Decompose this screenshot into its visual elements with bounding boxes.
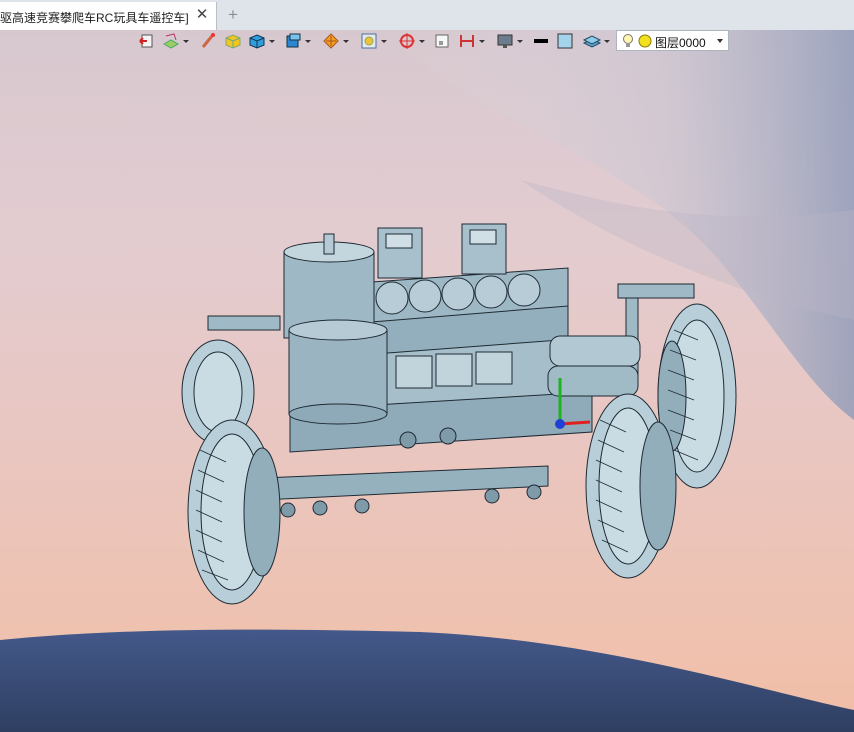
- layer-manager-dropdown[interactable]: [604, 40, 610, 43]
- render-style-icon[interactable]: [162, 32, 180, 52]
- filter-dropdown[interactable]: [343, 40, 349, 43]
- document-tab[interactable]: 驱高速竞赛攀爬车RC玩具车遥控车] ✕: [0, 2, 217, 30]
- solid-blue-dropdown[interactable]: [269, 40, 275, 43]
- close-tab-icon[interactable]: ✕: [194, 5, 210, 25]
- paint-brush-icon[interactable]: [200, 32, 216, 52]
- layer-manager-icon[interactable]: [582, 32, 602, 52]
- sun-icon[interactable]: [638, 34, 652, 51]
- line-color-icon[interactable]: [532, 32, 550, 52]
- solid-yellow-icon[interactable]: [224, 32, 242, 52]
- filter-icon[interactable]: [322, 32, 340, 52]
- add-tab-icon[interactable]: +: [225, 5, 241, 25]
- document-tab-title: 驱高速竞赛攀爬车RC玩具车遥控车]: [0, 11, 189, 25]
- right-bracket: [617, 283, 695, 299]
- dimension-dropdown[interactable]: [479, 40, 485, 43]
- front-left-wheel[interactable]: [187, 419, 296, 605]
- view-cube-icon[interactable]: [284, 32, 302, 52]
- view-cube-dropdown[interactable]: [305, 40, 311, 43]
- battery-box: [371, 223, 569, 323]
- layer-name: 图层0000: [655, 36, 706, 50]
- tab-bar: 驱高速竞赛攀爬车RC玩具车遥控车] ✕ +: [0, 0, 854, 31]
- chevron-down-icon[interactable]: [717, 39, 723, 43]
- render-style-dropdown[interactable]: [183, 40, 189, 43]
- left-bracket: [207, 315, 281, 331]
- cylinder-motor: [283, 233, 388, 425]
- lower-axle: [261, 465, 549, 501]
- exit-sketch-icon[interactable]: [138, 32, 154, 52]
- display-dropdown[interactable]: [517, 40, 523, 43]
- frame-icon[interactable]: [434, 32, 450, 52]
- snap-icon[interactable]: [360, 32, 378, 52]
- face-color-icon[interactable]: [556, 32, 574, 52]
- solid-blue-icon[interactable]: [248, 32, 266, 52]
- display-icon[interactable]: [496, 32, 514, 52]
- dimension-icon[interactable]: [458, 32, 476, 52]
- origin-icon[interactable]: [398, 32, 416, 52]
- snap-dropdown[interactable]: [381, 40, 387, 43]
- origin-dropdown[interactable]: [419, 40, 425, 43]
- layer-selector[interactable]: 图层0000: [616, 30, 729, 51]
- bulb-icon[interactable]: [622, 33, 634, 52]
- rc-car-model[interactable]: [0, 30, 854, 732]
- 3d-viewport[interactable]: [0, 30, 854, 732]
